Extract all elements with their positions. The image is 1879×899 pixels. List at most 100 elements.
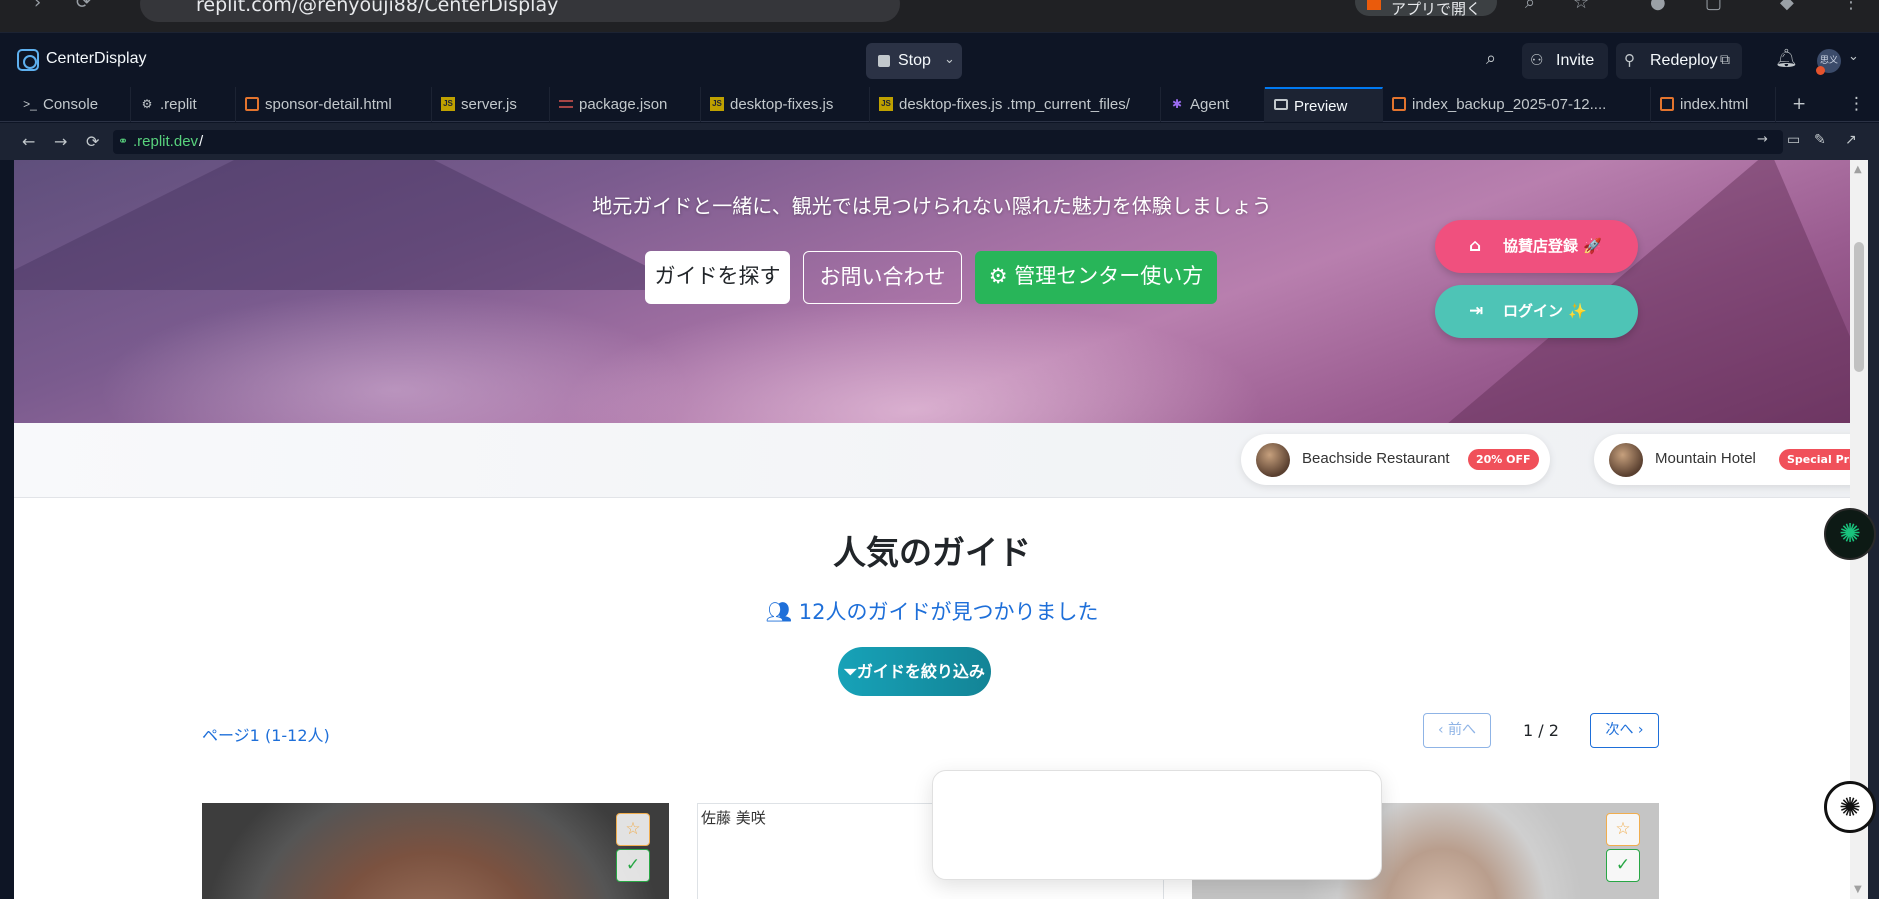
contact-button[interactable]: お問い合わせ	[803, 251, 962, 304]
next-page-button[interactable]: 次へ ›	[1590, 713, 1659, 748]
stop-label: Stop	[898, 52, 931, 69]
link-icon: ⚭	[118, 134, 129, 148]
scroll-down-icon[interactable]: ▼	[1854, 884, 1862, 895]
sponsor-register-button[interactable]: ⌂ 協賛店登録 🚀	[1435, 220, 1638, 273]
preview-address-bar: ← → ⟳ ⚭ .replit.dev / → ▭ ✎ ↗	[0, 123, 1879, 160]
open-in-app-button[interactable]: アプリで開く	[1355, 0, 1497, 18]
users-icon: 👥︎	[765, 600, 799, 624]
sponsor-name: Beachside Restaurant	[1302, 450, 1450, 467]
login-button[interactable]: ⇥ ログイン ✨	[1435, 285, 1638, 338]
tab-preview[interactable]: Preview	[1265, 87, 1383, 122]
copy-icon[interactable]: ⧉	[1720, 51, 1730, 68]
tab-index-html[interactable]: index.html	[1651, 87, 1776, 122]
chevron-right-icon: ›	[1633, 722, 1644, 738]
preview-icon	[1274, 99, 1288, 110]
tab-index-backup[interactable]: index_backup_2025-07-12....	[1383, 87, 1651, 122]
open-new-tab-icon[interactable]: ↗	[1845, 132, 1857, 148]
scrollbar-thumb[interactable]	[1854, 242, 1864, 372]
chevron-down-icon[interactable]: ⌄	[1848, 49, 1859, 64]
preview-url-field[interactable]: ⚭ .replit.dev /	[113, 130, 1783, 154]
html-file-icon	[245, 97, 259, 111]
find-guide-button[interactable]: ガイドを探す	[645, 251, 790, 304]
terminal-icon: >_	[23, 97, 37, 111]
menu-dots-icon[interactable]: ⋮	[1842, 0, 1860, 13]
chevron-down-icon[interactable]: ⌄	[944, 51, 955, 67]
reload-icon[interactable]: ⟳	[76, 0, 91, 13]
discount-badge: Special Price	[1779, 449, 1850, 470]
tab-desktop-fixes[interactable]: JS desktop-fixes.js	[701, 87, 870, 122]
loading-popup	[932, 770, 1382, 880]
tab-label: .replit	[160, 96, 197, 113]
tab-label: Console	[43, 96, 99, 113]
filter-icon: ⏷	[844, 662, 857, 681]
go-arrow-icon[interactable]: →	[1757, 132, 1768, 147]
chevron-left-icon: ‹	[1437, 722, 1449, 738]
tab-label: Agent	[1190, 96, 1230, 113]
tab-label: Preview	[1294, 98, 1348, 115]
sponsor-card[interactable]: Beachside Restaurant 20% OFF	[1241, 434, 1550, 485]
scroll-up-icon[interactable]: ▲	[1854, 164, 1862, 175]
search-icon[interactable]: ⌕	[1486, 48, 1496, 69]
extension-icon[interactable]: ●	[1650, 0, 1666, 13]
page-count: 1 / 2	[1523, 721, 1559, 740]
search-icon[interactable]: ⌕	[1525, 0, 1535, 13]
discount-badge: 20% OFF	[1468, 449, 1539, 470]
next-label: 次へ	[1605, 722, 1634, 738]
tab-label: index_backup_2025-07-12....	[1412, 96, 1607, 113]
bookmark-star-icon[interactable]: ☆	[1573, 0, 1589, 13]
window-icon[interactable]: ▢	[1705, 0, 1722, 13]
hero-subtitle: 地元ガイドと一緒に、観光では見つけられない隠れた魅力を体験しましょう	[592, 194, 1272, 218]
redeploy-button[interactable]: ⚲ Redeploy ⧉	[1616, 43, 1742, 79]
prev-label: 前へ	[1448, 722, 1477, 738]
notification-bell-icon[interactable]: 🔔︎	[1775, 48, 1798, 69]
favorite-star-icon[interactable]: ☆	[616, 813, 650, 846]
tab-package-json[interactable]: package.json	[550, 87, 701, 122]
forward-icon[interactable]: ›	[34, 0, 41, 13]
config-icon: ⚙	[141, 97, 153, 111]
check-circle-icon[interactable]: ✓	[616, 849, 650, 882]
project-name[interactable]: CenterDisplay	[46, 50, 146, 68]
add-tab-icon[interactable]: +	[1792, 94, 1806, 114]
mountain-shape	[14, 160, 694, 290]
guide-count: 👥︎ 12人のガイドが見つかりました	[14, 596, 1850, 626]
stop-button[interactable]: Stop ⌄	[866, 43, 962, 79]
check-circle-icon[interactable]: ✓	[1606, 849, 1640, 882]
tab-sponsor-detail[interactable]: sponsor-detail.html	[236, 87, 432, 122]
guide-card[interactable]: ☆ ✓	[202, 803, 669, 899]
filter-guides-button[interactable]: ⏷ガイドを絞り込み	[838, 647, 991, 696]
login-label: ログイン ✨	[1503, 302, 1587, 320]
tab-desktop-fixes-tmp[interactable]: JS desktop-fixes.js .tmp_current_files/	[870, 87, 1161, 122]
reload-icon[interactable]: ⟳	[86, 132, 99, 151]
back-icon[interactable]: ←	[22, 132, 35, 151]
open-in-app-label: アプリで開く	[1391, 0, 1482, 18]
prev-page-button[interactable]: ‹ 前へ	[1423, 713, 1491, 748]
browser-url[interactable]: replit.com/@renyouji88/CenterDisplay	[196, 0, 558, 16]
tab-agent[interactable]: ✱ Agent	[1161, 87, 1265, 122]
tab-label: server.js	[461, 96, 517, 113]
forward-icon[interactable]: →	[54, 132, 67, 151]
admin-help-button[interactable]: ⚙ 管理センター使い方	[975, 251, 1217, 304]
invite-button[interactable]: ⚇ Invite	[1522, 43, 1608, 79]
device-icon[interactable]: ▭	[1787, 132, 1800, 148]
project-logo-icon	[17, 49, 39, 71]
preview-page: 地元ガイドと一緒に、観光では見つけられない隠れた魅力を体験しましょう ガイドを探…	[14, 160, 1850, 899]
sponsor-name: Mountain Hotel	[1655, 450, 1756, 467]
favorite-star-icon[interactable]: ☆	[1606, 813, 1640, 846]
sponsor-register-label: 協賛店登録 🚀	[1503, 237, 1602, 255]
devtools-wrench-icon[interactable]: ✎	[1814, 132, 1826, 148]
tab-replit[interactable]: ⚙ .replit	[131, 87, 236, 122]
openai-assistant-icon[interactable]: ✺	[1824, 781, 1876, 833]
tab-label: desktop-fixes.js	[730, 96, 834, 113]
sponsor-card[interactable]: Mountain Hotel Special Price	[1594, 434, 1850, 485]
tab-console[interactable]: >_ Console	[14, 87, 131, 122]
chatgpt-assistant-icon[interactable]: ✺	[1824, 508, 1876, 560]
admin-help-label: 管理センター使い方	[1014, 264, 1204, 288]
html-file-icon	[1392, 97, 1406, 111]
preview-url-path: /	[199, 133, 204, 150]
tab-server-js[interactable]: JS server.js	[432, 87, 550, 122]
browser-toolbar: › ⟳ replit.com/@renyouji88/CenterDisplay…	[0, 0, 1879, 32]
filter-label: ガイドを絞り込み	[856, 662, 985, 681]
tab-menu-icon[interactable]: ⋮	[1848, 94, 1865, 114]
profile-icon[interactable]: ◆	[1780, 0, 1794, 13]
left-gutter	[0, 160, 14, 899]
